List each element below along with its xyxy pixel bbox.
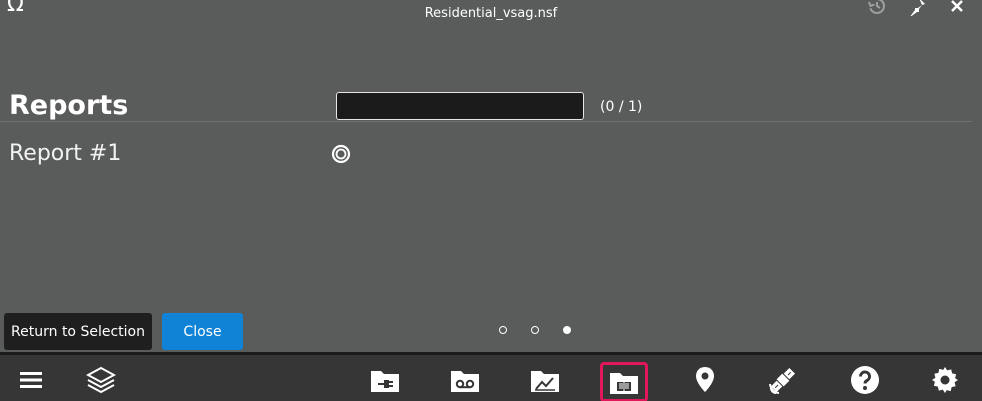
return-to-selection-button[interactable]: Return to Selection: [4, 313, 152, 350]
result-count: (0 / 1): [600, 99, 643, 115]
page-dot[interactable]: [531, 326, 539, 334]
file-name: Residential_vsag.nsf: [424, 6, 558, 21]
close-button[interactable]: Close: [162, 313, 243, 350]
help-icon[interactable]: [850, 365, 880, 395]
folder-report-icon[interactable]: [600, 362, 648, 401]
pin-icon[interactable]: [906, 0, 928, 17]
page-title: Reports: [9, 90, 129, 121]
report-label: Report #1: [9, 141, 122, 166]
close-icon[interactable]: [946, 0, 968, 17]
report-radio[interactable]: [331, 144, 351, 164]
folder-chart-icon[interactable]: [530, 365, 560, 395]
divider: [0, 121, 972, 122]
gear-icon[interactable]: [930, 365, 960, 395]
map-pin-icon[interactable]: [690, 365, 720, 395]
folder-voicemail-icon[interactable]: [450, 365, 480, 395]
list-item[interactable]: Report #1: [0, 138, 972, 172]
page-indicator: [499, 326, 571, 334]
folder-plug-icon[interactable]: [370, 365, 400, 395]
window-controls: [866, 0, 968, 17]
search-input[interactable]: [336, 92, 584, 120]
page-dot[interactable]: [499, 326, 507, 334]
bottom-toolbar: [0, 352, 982, 401]
history-icon[interactable]: [866, 0, 888, 17]
menu-icon[interactable]: [16, 365, 46, 395]
satellite-icon[interactable]: [768, 365, 798, 395]
page-dot-active[interactable]: [563, 326, 571, 334]
title-bar: Ω Residential_vsag.nsf: [0, 0, 982, 30]
layers-icon[interactable]: [86, 365, 116, 395]
